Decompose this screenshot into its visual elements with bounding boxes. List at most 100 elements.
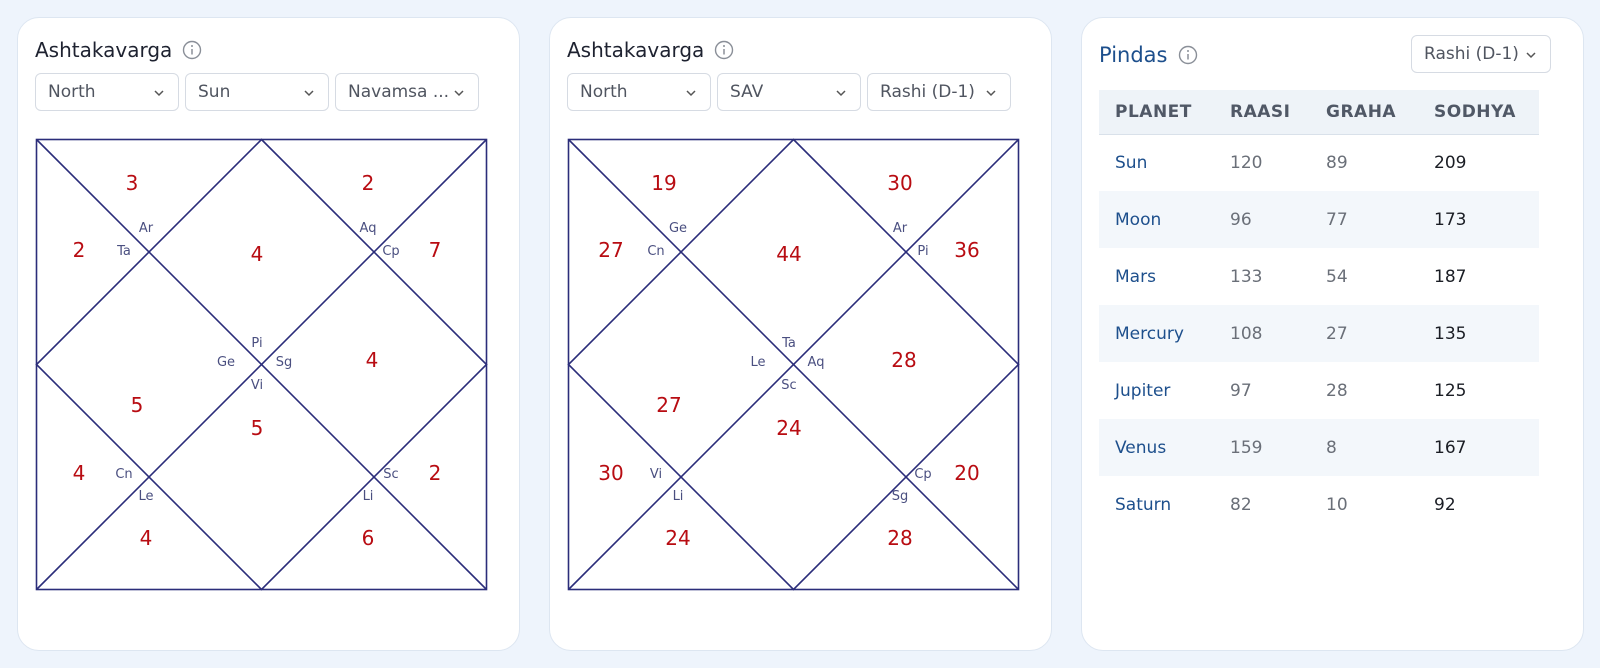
column-header: GRAHA bbox=[1326, 90, 1434, 135]
sign-label: Le bbox=[138, 489, 153, 504]
graha-cell: 8 bbox=[1326, 419, 1434, 476]
planet-cell: Mars bbox=[1115, 266, 1156, 287]
house-value: 5 bbox=[251, 416, 264, 440]
house-value: 4 bbox=[73, 461, 86, 485]
info-icon[interactable] bbox=[182, 40, 202, 60]
chevron-down-icon bbox=[836, 90, 846, 97]
chevron-down-icon bbox=[986, 90, 996, 97]
house-value: 2 bbox=[362, 171, 375, 195]
card-title-text: Ashtakavarga bbox=[35, 38, 173, 62]
sign-label: Sg bbox=[892, 489, 909, 504]
chevron-down-icon bbox=[304, 90, 314, 97]
house-value: 27 bbox=[656, 393, 681, 417]
pindas-table: PLANET RAASI GRAHA SODHYA Sun 120 89 209 Moo… bbox=[1099, 90, 1539, 533]
house-value: 20 bbox=[954, 461, 979, 485]
card-title: Ashtakavarga bbox=[35, 37, 202, 63]
chart-svg: 3 2 2 4 7 4 5 5 4 2 4 6 Ar Ta Aq Cp Pi Ge Sg Vi Cn Le Sc Li bbox=[35, 138, 488, 591]
raasi-cell: 97 bbox=[1230, 380, 1252, 401]
raasi-cell: 96 bbox=[1230, 191, 1326, 248]
table-row: Mars 133 54 187 bbox=[1099, 248, 1539, 305]
sign-label: Ar bbox=[893, 221, 908, 236]
sign-label: Ge bbox=[217, 355, 235, 370]
house-value: 24 bbox=[665, 526, 690, 550]
chart-svg: 19 30 27 44 36 28 27 24 30 20 24 28 Ge Cn Ar Pi Ta Le Aq Sc… bbox=[567, 138, 1020, 591]
table-row: Sun 120 89 209 bbox=[1099, 134, 1539, 191]
planet-cell: Mercury bbox=[1099, 305, 1230, 362]
house-value: 4 bbox=[140, 526, 153, 550]
chart-style-select[interactable]: North bbox=[35, 73, 179, 111]
planet-value: SAV bbox=[730, 82, 764, 102]
table-row: Saturn 82 10 92 bbox=[1099, 476, 1539, 533]
house-value: 6 bbox=[362, 526, 375, 550]
sodhya-cell: 187 bbox=[1434, 266, 1467, 287]
house-value: 30 bbox=[598, 461, 623, 485]
chart-style-value: North bbox=[48, 82, 96, 102]
sodhya-cell: 125 bbox=[1434, 380, 1467, 401]
sign-label: Vi bbox=[650, 467, 662, 482]
card-title: Pindas bbox=[1099, 42, 1198, 68]
chevron-down-icon bbox=[686, 90, 696, 97]
house-value: 36 bbox=[954, 238, 979, 262]
card-title: Ashtakavarga bbox=[567, 37, 734, 63]
planet-cell: Saturn bbox=[1115, 494, 1172, 515]
graha-cell: 54 bbox=[1326, 266, 1348, 287]
house-value: 24 bbox=[776, 416, 801, 440]
sign-label: Ta bbox=[116, 244, 131, 259]
sodhya-cell: 173 bbox=[1434, 191, 1539, 248]
north-indian-chart: 3 2 2 4 7 4 5 5 4 2 4 6 Ar Ta Aq Cp Pi Ge Sg Vi Cn Le Sc Li bbox=[35, 138, 488, 591]
ashtakavarga-card-2: Ashtakavarga North SAV Rashi (D-1) 19 30 2… bbox=[549, 17, 1052, 651]
graha-cell: 10 bbox=[1326, 494, 1348, 515]
table-header-row: PLANET RAASI GRAHA SODHYA bbox=[1099, 90, 1539, 135]
house-value: 19 bbox=[651, 171, 676, 195]
sign-label: Sg bbox=[276, 355, 293, 370]
raasi-cell: 159 bbox=[1230, 419, 1326, 476]
chart-style-value: North bbox=[580, 82, 628, 102]
table-row: Mercury 108 27 135 bbox=[1099, 305, 1539, 362]
column-header: RAASI bbox=[1230, 90, 1326, 135]
graha-cell: 89 bbox=[1326, 152, 1348, 173]
division-select[interactable]: Rashi (D-1) bbox=[867, 73, 1011, 111]
column-header: SODHYA bbox=[1434, 90, 1539, 135]
sodhya-cell: 135 bbox=[1434, 305, 1539, 362]
ashtakavarga-card-1: Ashtakavarga North Sun Navamsa ... 3 2 2 4 7… bbox=[17, 17, 520, 651]
planet-cell: Venus bbox=[1099, 419, 1230, 476]
house-value: 4 bbox=[366, 348, 379, 372]
sign-label: Pi bbox=[917, 244, 928, 259]
planet-value: Sun bbox=[198, 82, 231, 102]
sodhya-cell: 167 bbox=[1434, 419, 1539, 476]
house-value: 3 bbox=[126, 171, 139, 195]
sign-label: Li bbox=[673, 489, 684, 504]
division-select[interactable]: Rashi (D-1) bbox=[1411, 35, 1551, 73]
chart-style-select[interactable]: North bbox=[567, 73, 711, 111]
division-select[interactable]: Navamsa ... bbox=[335, 73, 479, 111]
house-value: 27 bbox=[598, 238, 623, 262]
raasi-cell: 82 bbox=[1230, 494, 1252, 515]
table-row: Venus 159 8 167 bbox=[1099, 419, 1539, 476]
house-value: 2 bbox=[429, 461, 442, 485]
sign-label: Cp bbox=[382, 244, 399, 259]
planet-cell: Sun bbox=[1115, 152, 1148, 173]
sign-label: Ar bbox=[139, 221, 154, 236]
house-value: 30 bbox=[887, 171, 912, 195]
north-indian-chart: 19 30 27 44 36 28 27 24 30 20 24 28 Ge Cn Ar Pi Ta Le Aq Sc… bbox=[567, 138, 1020, 591]
house-value: 44 bbox=[776, 242, 801, 266]
sodhya-cell: 92 bbox=[1434, 494, 1456, 515]
info-icon[interactable] bbox=[1178, 45, 1198, 65]
sign-label: Cp bbox=[914, 467, 931, 482]
house-value: 28 bbox=[887, 526, 912, 550]
planet-cell: Jupiter bbox=[1115, 380, 1171, 401]
sign-label: Li bbox=[363, 489, 374, 504]
chevron-down-icon bbox=[1526, 52, 1536, 59]
planet-cell: Moon bbox=[1099, 191, 1230, 248]
planet-select[interactable]: SAV bbox=[717, 73, 861, 111]
info-icon[interactable] bbox=[714, 40, 734, 60]
sign-label: Vi bbox=[251, 378, 263, 393]
table-row: Jupiter 97 28 125 bbox=[1099, 362, 1539, 419]
raasi-cell: 120 bbox=[1230, 152, 1263, 173]
house-value: 7 bbox=[429, 238, 442, 262]
card-title-text: Pindas bbox=[1099, 43, 1168, 67]
sign-label: Sc bbox=[383, 467, 398, 482]
planet-select[interactable]: Sun bbox=[185, 73, 329, 111]
house-value: 2 bbox=[73, 238, 86, 262]
division-value: Navamsa ... bbox=[348, 82, 450, 102]
